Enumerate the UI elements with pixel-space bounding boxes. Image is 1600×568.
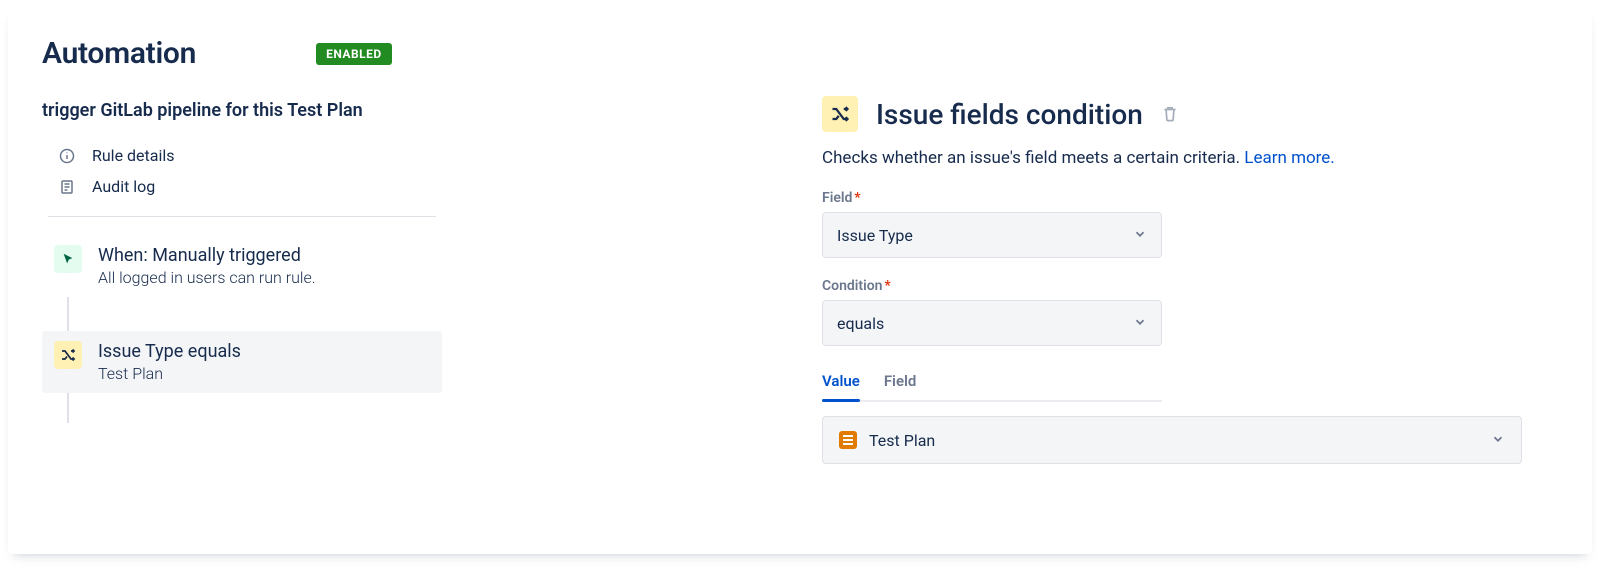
chevron-down-icon bbox=[1133, 226, 1147, 245]
required-marker: * bbox=[854, 190, 860, 206]
condition-title: Issue Type equals bbox=[98, 341, 241, 362]
rule-sidebar: Automation ENABLED trigger GitLab pipeli… bbox=[42, 36, 442, 554]
cursor-icon bbox=[54, 245, 82, 273]
trigger-step[interactable]: When: Manually triggered All logged in u… bbox=[42, 235, 442, 297]
chevron-down-icon bbox=[1133, 314, 1147, 333]
value-field-tabs: Value Field bbox=[822, 366, 1162, 402]
detail-header: Issue fields condition bbox=[822, 96, 1558, 132]
rule-name: trigger GitLab pipeline for this Test Pl… bbox=[42, 99, 402, 122]
log-icon bbox=[58, 178, 76, 196]
audit-log-label: Audit log bbox=[92, 177, 155, 196]
required-marker: * bbox=[885, 278, 891, 294]
field-label-text: Field bbox=[822, 190, 852, 206]
status-badge: ENABLED bbox=[316, 43, 392, 65]
automation-panel: Automation ENABLED trigger GitLab pipeli… bbox=[8, 8, 1592, 554]
detail-panel: Issue fields condition Checks whether an… bbox=[822, 36, 1558, 554]
audit-log-link[interactable]: Audit log bbox=[42, 171, 442, 202]
step-connector bbox=[67, 297, 69, 331]
condition-group: Condition* equals bbox=[822, 278, 1558, 346]
field-label: Field* bbox=[822, 190, 1558, 206]
shuffle-icon bbox=[54, 341, 82, 369]
info-icon bbox=[58, 147, 76, 165]
detail-title: Issue fields condition bbox=[876, 98, 1143, 131]
header-row: Automation ENABLED bbox=[42, 36, 442, 71]
field-select-value: Issue Type bbox=[837, 226, 913, 245]
value-select[interactable]: Test Plan bbox=[822, 416, 1522, 464]
tab-field[interactable]: Field bbox=[884, 366, 917, 400]
shuffle-icon bbox=[822, 96, 858, 132]
detail-description: Checks whether an issue's field meets a … bbox=[822, 148, 1558, 168]
field-select[interactable]: Issue Type bbox=[822, 212, 1162, 258]
condition-subtitle: Test Plan bbox=[98, 364, 241, 383]
condition-label-text: Condition bbox=[822, 278, 883, 294]
condition-label: Condition* bbox=[822, 278, 1558, 294]
condition-select-value: equals bbox=[837, 314, 884, 333]
step-connector-after bbox=[67, 393, 69, 423]
test-plan-icon bbox=[839, 431, 857, 449]
learn-more-link[interactable]: Learn more. bbox=[1244, 148, 1335, 168]
rule-details-link[interactable]: Rule details bbox=[42, 140, 442, 171]
condition-step[interactable]: Issue Type equals Test Plan bbox=[42, 331, 442, 393]
description-text: Checks whether an issue's field meets a … bbox=[822, 148, 1240, 168]
page-title: Automation bbox=[42, 36, 196, 71]
value-select-text: Test Plan bbox=[869, 431, 935, 450]
delete-button[interactable] bbox=[1161, 105, 1179, 123]
trigger-subtitle: All logged in users can run rule. bbox=[98, 268, 316, 287]
condition-select[interactable]: equals bbox=[822, 300, 1162, 346]
field-group: Field* Issue Type bbox=[822, 190, 1558, 258]
trigger-title: When: Manually triggered bbox=[98, 245, 316, 266]
chevron-down-icon bbox=[1491, 431, 1505, 450]
rule-details-label: Rule details bbox=[92, 146, 175, 165]
tab-value[interactable]: Value bbox=[822, 366, 860, 400]
divider bbox=[48, 216, 436, 217]
